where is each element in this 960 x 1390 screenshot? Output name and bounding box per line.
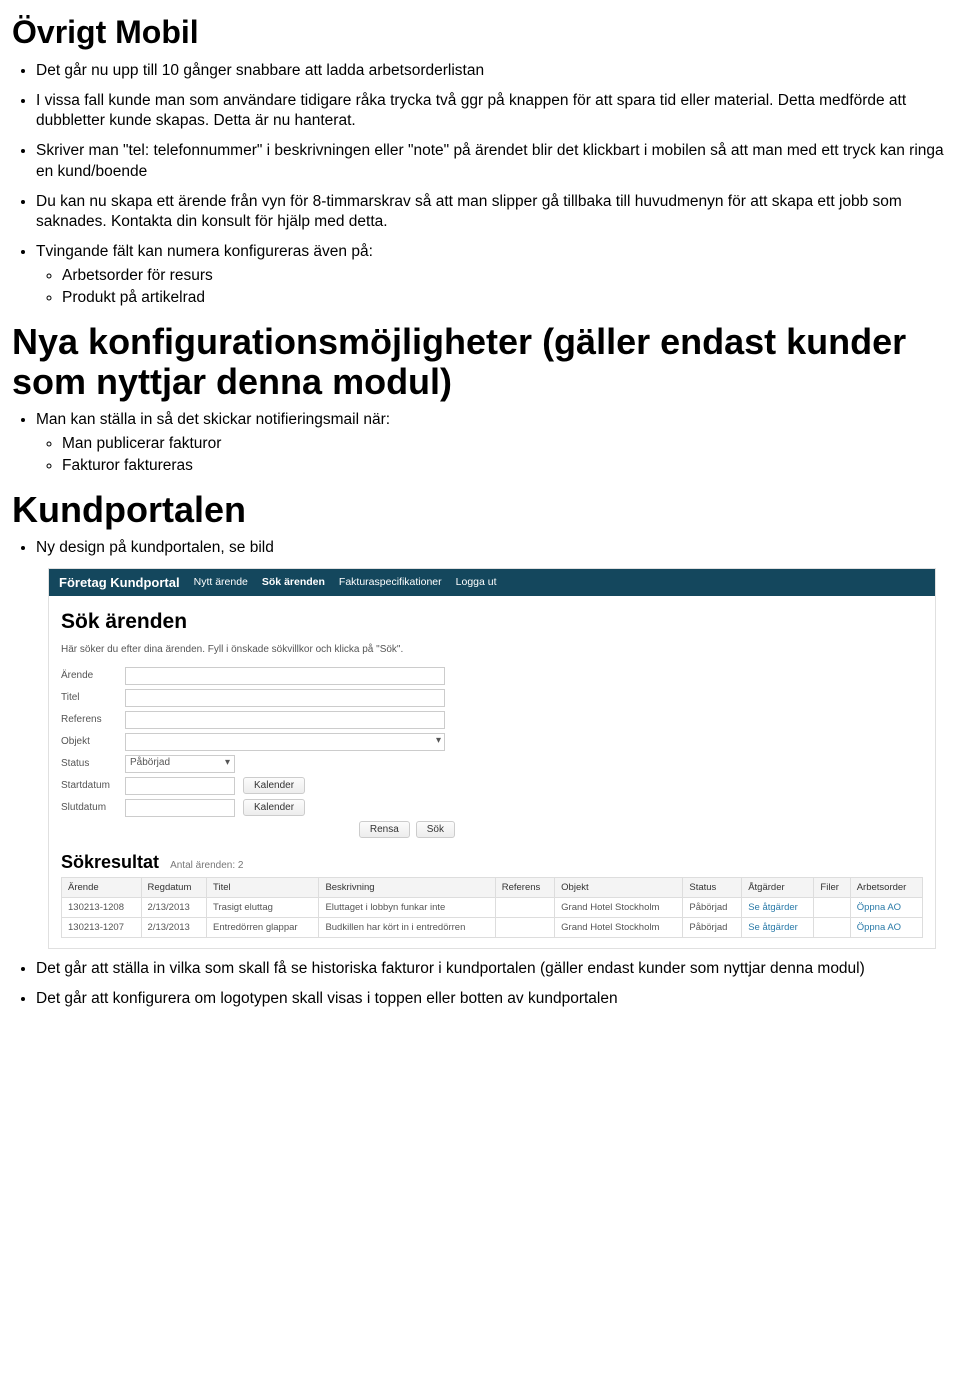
cell-beskr: Budkillen har kört in i entredörren [319, 917, 495, 937]
list-item: Produkt på artikelrad [62, 288, 948, 308]
input-objekt[interactable] [125, 733, 445, 751]
label-slutdatum: Slutdatum [61, 802, 117, 813]
result-title: Sökresultat Antal ärenden: 2 [61, 852, 923, 873]
col-regdatum: Regdatum [141, 877, 207, 897]
cell-beskr: Eluttaget i lobbyn funkar inte [319, 897, 495, 917]
list-item: Man kan ställa in så det skickar notifie… [36, 410, 948, 476]
sublist: Arbetsorder för resurs Produkt på artike… [62, 266, 948, 308]
cell-titel: Trasigt eluttag [207, 897, 319, 917]
label-titel: Titel [61, 692, 117, 703]
link-oppna-ao[interactable]: Öppna AO [857, 922, 901, 933]
list-item: Skriver man "tel: telefonnummer" i beskr… [36, 141, 948, 181]
label-status: Status [61, 758, 117, 769]
label-startdatum: Startdatum [61, 780, 117, 791]
result-count: Antal ärenden: 2 [170, 860, 243, 871]
list-item-label: Man kan ställa in så det skickar notifie… [36, 411, 390, 428]
col-objekt: Objekt [555, 877, 683, 897]
input-referens[interactable] [125, 711, 445, 729]
sublist: Man publicerar fakturor Fakturor fakture… [62, 434, 948, 476]
list-kundportalen: Ny design på kundportalen, se bild [36, 538, 948, 558]
portal-hint: Här söker du efter dina ärenden. Fyll i … [61, 644, 923, 655]
input-slutdatum[interactable] [125, 799, 235, 817]
col-atgarder: Åtgärder [742, 877, 814, 897]
list-nya-konfig: Man kan ställa in så det skickar notifie… [36, 410, 948, 476]
select-status[interactable]: Påbörjad [125, 755, 235, 773]
list-item: I vissa fall kunde man som användare tid… [36, 91, 948, 131]
label-objekt: Objekt [61, 736, 117, 747]
col-arbetsorder: Arbetsorder [850, 877, 922, 897]
cell-status: Påbörjad [683, 917, 742, 937]
nav-logga-ut[interactable]: Logga ut [456, 576, 497, 588]
portal-brand: Företag Kundportal [59, 575, 180, 590]
nav-sok-arenden[interactable]: Sök ärenden [262, 576, 325, 588]
cell-filer [814, 897, 850, 917]
heading-ovrigt-mobil: Övrigt Mobil [12, 14, 948, 51]
col-status: Status [683, 877, 742, 897]
col-referens: Referens [495, 877, 554, 897]
list-item: Det går nu upp till 10 gånger snabbare a… [36, 61, 948, 81]
cell-filer [814, 917, 850, 937]
link-oppna-ao[interactable]: Öppna AO [857, 902, 901, 913]
portal-screenshot: Företag Kundportal Nytt ärende Sök ärend… [48, 568, 936, 949]
heading-nya-konfig: Nya konfigurationsmöjligheter (gäller en… [12, 322, 948, 401]
list-item: Ny design på kundportalen, se bild [36, 538, 948, 558]
col-beskrivning: Beskrivning [319, 877, 495, 897]
input-startdatum[interactable] [125, 777, 235, 795]
kalender-button-start[interactable]: Kalender [243, 777, 305, 794]
col-arende: Ärende [62, 877, 142, 897]
table-row: 130213-1207 2/13/2013 Entredörren glappa… [62, 917, 923, 937]
col-filer: Filer [814, 877, 850, 897]
cell-objekt: Grand Hotel Stockholm [555, 917, 683, 937]
label-referens: Referens [61, 714, 117, 725]
rensa-button[interactable]: Rensa [359, 821, 410, 838]
cell-status: Påbörjad [683, 897, 742, 917]
list-item: Fakturor faktureras [62, 456, 948, 476]
link-se-atgarder[interactable]: Se åtgärder [748, 922, 798, 933]
list-item-label: Ny design på kundportalen, se bild [36, 539, 274, 556]
cell-ref [495, 897, 554, 917]
list-item: Arbetsorder för resurs [62, 266, 948, 286]
list-item: Det går att konfigurera om logotypen ska… [36, 989, 948, 1009]
col-titel: Titel [207, 877, 319, 897]
list-item: Tvingande fält kan numera konfigureras ä… [36, 242, 948, 308]
input-arende[interactable] [125, 667, 445, 685]
input-titel[interactable] [125, 689, 445, 707]
nav-nytt-arende[interactable]: Nytt ärende [194, 576, 248, 588]
results-table: Ärende Regdatum Titel Beskrivning Refere… [61, 877, 923, 938]
list-item: Det går att ställa in vilka som skall få… [36, 959, 948, 979]
label-arende: Ärende [61, 670, 117, 681]
cell-regdatum: 2/13/2013 [141, 917, 207, 937]
list-item: Man publicerar fakturor [62, 434, 948, 454]
link-se-atgarder[interactable]: Se åtgärder [748, 902, 798, 913]
list-ovrigt-mobil: Det går nu upp till 10 gånger snabbare a… [36, 61, 948, 308]
kalender-button-slut[interactable]: Kalender [243, 799, 305, 816]
cell-regdatum: 2/13/2013 [141, 897, 207, 917]
table-row: 130213-1208 2/13/2013 Trasigt eluttag El… [62, 897, 923, 917]
cell-ref [495, 917, 554, 937]
list-item-label: Tvingande fält kan numera konfigureras ä… [36, 243, 373, 260]
portal-page-title: Sök ärenden [61, 610, 923, 634]
list-item: Du kan nu skapa ett ärende från vyn för … [36, 192, 948, 232]
heading-kundportalen: Kundportalen [12, 490, 948, 530]
chevron-down-icon[interactable]: ▾ [436, 735, 441, 746]
cell-arende: 130213-1208 [62, 897, 142, 917]
cell-arende: 130213-1207 [62, 917, 142, 937]
list-kundportalen-after: Det går att ställa in vilka som skall få… [36, 959, 948, 1009]
portal-navbar: Företag Kundportal Nytt ärende Sök ärend… [49, 569, 935, 596]
sok-button[interactable]: Sök [416, 821, 455, 838]
result-title-label: Sökresultat [61, 852, 159, 872]
nav-fakturaspec[interactable]: Fakturaspecifikationer [339, 576, 442, 588]
portal-body: Sök ärenden Här söker du efter dina ären… [49, 596, 935, 948]
cell-titel: Entredörren glappar [207, 917, 319, 937]
cell-objekt: Grand Hotel Stockholm [555, 897, 683, 917]
